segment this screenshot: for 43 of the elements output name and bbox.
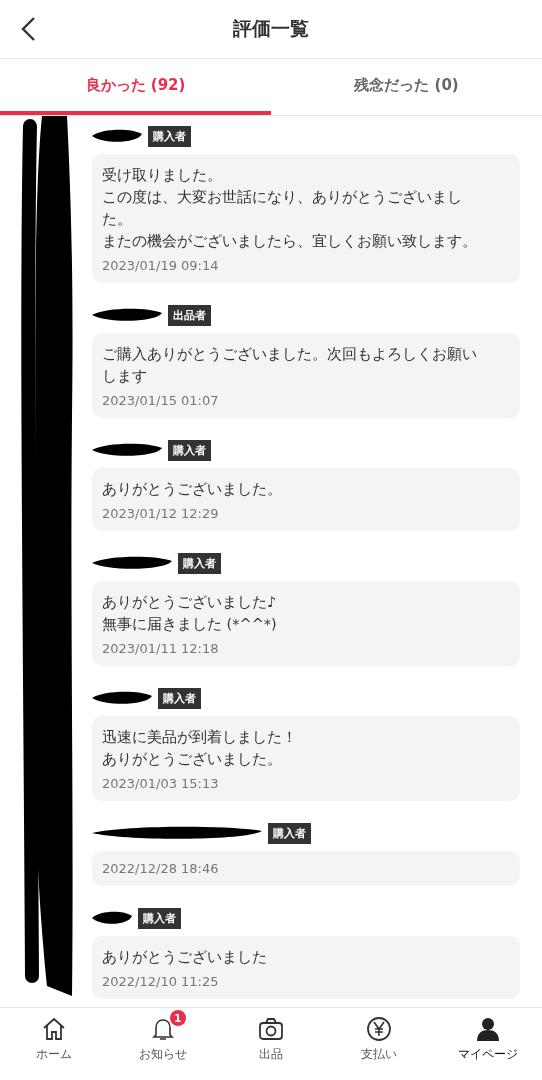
review-comment-line: ありがとうございました。 bbox=[102, 750, 283, 769]
review-comment-line: 迅速に美品が到着しました！ bbox=[102, 728, 298, 747]
review-date: 2022/12/28 18:46 bbox=[102, 861, 220, 876]
nav-item[interactable]: 支払い bbox=[325, 1008, 434, 1080]
review-comment-line: ご購入ありがとうございました。次回もよろしくお願いします bbox=[102, 345, 478, 386]
nav-item[interactable]: ホーム bbox=[0, 1008, 109, 1080]
review-comment-line: 受け取りました。 bbox=[102, 166, 223, 185]
review-date: 2023/01/19 09:14 bbox=[102, 258, 220, 273]
review-comment-line: この度は、大変お世話になり、ありがとうございました。 bbox=[102, 188, 463, 229]
role-tag: 購入者 bbox=[138, 907, 181, 929]
nav-item[interactable]: 1 お知らせ bbox=[108, 1008, 217, 1080]
tab[interactable]: 残念だった (0) bbox=[271, 59, 542, 115]
review-comment-line: ありがとうございました bbox=[102, 948, 268, 967]
role-tag: 購入者 bbox=[168, 439, 211, 461]
redaction-drawing bbox=[92, 910, 132, 926]
redaction-drawing bbox=[92, 128, 142, 144]
tab[interactable]: 良かった (92) bbox=[0, 59, 271, 115]
page-title: 評価一覧 bbox=[233, 16, 309, 41]
bell-icon bbox=[149, 1016, 176, 1042]
notification-badge: 1 bbox=[169, 1010, 186, 1026]
role-tag: 購入者 bbox=[158, 687, 201, 709]
role-tag: 購入者 bbox=[148, 125, 191, 147]
review-comment-line: 無事に届きました (*^^*) bbox=[102, 615, 278, 634]
nav-item[interactable]: 出品 bbox=[216, 1008, 326, 1080]
yen-icon bbox=[366, 1016, 393, 1042]
review-comment-line: ありがとうございました♪ bbox=[102, 593, 278, 612]
review-comment-line: ありがとうございました。 bbox=[102, 480, 283, 499]
role-tag: 購入者 bbox=[268, 822, 311, 844]
role-tag: 購入者 bbox=[178, 552, 221, 574]
person-icon bbox=[474, 1016, 501, 1042]
review-date: 2023/01/11 12:18 bbox=[102, 641, 220, 656]
review-date: 2023/01/03 15:13 bbox=[102, 776, 220, 791]
redaction-drawing bbox=[92, 690, 152, 706]
redaction-drawing bbox=[92, 442, 162, 458]
review-date: 2022/12/10 11:25 bbox=[102, 974, 220, 989]
role-tag: 出品者 bbox=[168, 304, 211, 326]
camera-icon bbox=[258, 1016, 284, 1042]
redaction-drawing bbox=[92, 307, 162, 323]
review-date: 2023/01/15 01:07 bbox=[102, 393, 220, 408]
review-date: 2023/01/12 12:29 bbox=[102, 506, 220, 521]
review-comment-line: またの機会がございましたら、宜しくお願い致します。 bbox=[102, 232, 478, 251]
back-icon[interactable] bbox=[20, 16, 36, 42]
nav-item[interactable]: マイページ bbox=[433, 1008, 542, 1080]
